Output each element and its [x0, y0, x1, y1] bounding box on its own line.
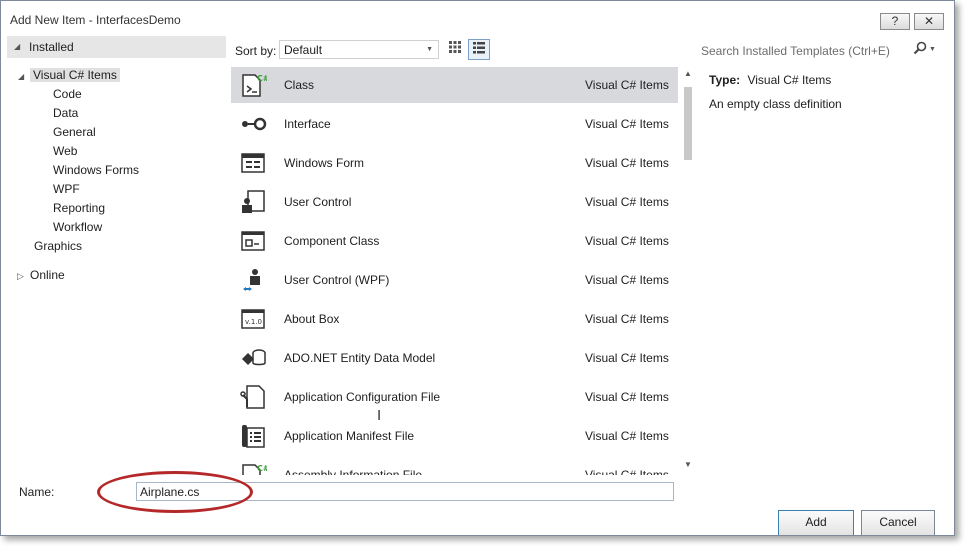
tree-item-workflow[interactable]: Workflow [7, 218, 226, 237]
svg-text:C#: C# [257, 464, 267, 473]
component-class-icon [239, 228, 267, 254]
tree-installed[interactable]: ◢ Installed [7, 36, 226, 58]
template-item-name: ADO.NET Entity Data Model [284, 351, 436, 365]
template-item-name: Component Class [284, 234, 380, 248]
tree-item-code[interactable]: Code [7, 85, 226, 104]
tree-item-reporting[interactable]: Reporting [7, 199, 226, 218]
details-type-label: Type: [709, 73, 741, 87]
sort-by-dropdown[interactable]: Default ▼ [279, 40, 439, 59]
scroll-up-arrow-icon[interactable]: ▲ [682, 69, 694, 81]
list-view-icon [473, 42, 485, 54]
close-button[interactable]: ✕ [914, 13, 944, 30]
template-item-name: Interface [284, 117, 331, 131]
template-item-about-box[interactable]: v.1.0 About Box Visual C# Items [231, 301, 678, 337]
template-item-category: Visual C# Items [585, 273, 669, 287]
tree-item-data[interactable]: Data [7, 104, 226, 123]
template-item-name: User Control (WPF) [284, 273, 390, 287]
template-item-component-class[interactable]: Component Class Visual C# Items [231, 223, 678, 259]
name-label: Name: [19, 485, 55, 499]
svg-text:v.1.0: v.1.0 [245, 318, 262, 326]
template-item-ado-net-entity-data-model[interactable]: ADO.NET Entity Data Model Visual C# Items [231, 340, 678, 376]
tree-item-visual-cs-items[interactable]: ◢ Visual C# Items [7, 66, 226, 85]
manifest-file-icon [239, 423, 267, 449]
template-item-name: Assembly Information File [284, 468, 423, 475]
template-item-category: Visual C# Items [585, 351, 669, 365]
scroll-down-arrow-icon[interactable]: ▼ [682, 460, 694, 472]
template-item-name: Class [284, 78, 315, 92]
template-item-assembly-information-file[interactable]: C# Assembly Information File Visual C# Ite… [231, 457, 678, 475]
svg-text:C#: C# [257, 74, 267, 83]
template-item-category: Visual C# Items [585, 195, 669, 209]
template-list: C# Class Visual C# Items Interface Visual C#… [231, 67, 679, 475]
tree-item-wpf[interactable]: WPF [7, 180, 226, 199]
template-item-application-manifest-file[interactable]: Application Manifest File Visual C# Items [231, 418, 678, 454]
highlight-annotation-oval [97, 471, 253, 513]
tree-item-web[interactable]: Web [7, 142, 226, 161]
template-item-category: Visual C# Items [585, 390, 669, 404]
expanded-arrow-icon[interactable]: ◢ [18, 72, 24, 81]
grid-view-icon [449, 41, 461, 53]
search-box[interactable]: Search Installed Templates (Ctrl+E) ▼ [694, 39, 944, 61]
details-description: An empty class definition [709, 97, 842, 111]
template-item-name: About Box [284, 312, 340, 326]
search-icon[interactable] [913, 41, 927, 58]
tree-item-general[interactable]: General [7, 123, 226, 142]
template-item-category: Visual C# Items [585, 117, 669, 131]
template-item-category: Visual C# Items [585, 234, 669, 248]
entity-data-model-icon [239, 345, 267, 371]
search-options-caret-icon[interactable]: ▼ [929, 46, 936, 53]
class-icon: C# [239, 72, 270, 98]
template-item-user-control[interactable]: User Control Visual C# Items [231, 184, 678, 220]
template-item-windows-form[interactable]: Windows Form Visual C# Items [231, 145, 678, 181]
about-box-icon: v.1.0 [239, 306, 267, 332]
window-title: Add New Item - InterfacesDemo [10, 13, 181, 27]
interface-icon [239, 111, 267, 137]
add-button[interactable]: Add [778, 510, 854, 535]
template-item-name: User Control [284, 195, 352, 209]
template-item-name: Windows Form [284, 156, 365, 170]
template-list-scrollbar[interactable]: ▲ ▼ [681, 67, 695, 475]
template-item-category: Visual C# Items [585, 312, 669, 326]
title-bar: Add New Item - InterfacesDemo ? ✕ [1, 1, 954, 31]
details-type-row: Type: Visual C# Items [709, 73, 831, 87]
user-control-icon [239, 189, 267, 215]
sort-bar: Sort by: Default ▼ [231, 38, 691, 62]
details-type-value: Visual C# Items [747, 73, 832, 87]
add-new-item-dialog: Add New Item - InterfacesDemo ? ✕ ◢ Inst… [0, 0, 955, 536]
sort-by-label: Sort by: [235, 44, 277, 58]
assembly-info-icon: C# [239, 462, 270, 475]
chevron-down-icon: ▼ [426, 46, 433, 53]
help-button[interactable]: ? [880, 13, 910, 30]
template-item-name: Application Configuration File [284, 390, 441, 404]
template-item-user-control-wpf[interactable]: User Control (WPF) Visual C# Items [231, 262, 678, 298]
template-item-name: Application Manifest File [284, 429, 415, 443]
sort-by-value: Default [284, 43, 323, 57]
template-item-application-configuration-file[interactable]: Application Configuration File Visual C# … [231, 379, 678, 415]
windows-form-icon [239, 150, 267, 176]
tree-item-online[interactable]: ▷ Online [7, 266, 226, 285]
cancel-button[interactable]: Cancel [861, 510, 935, 535]
user-control-wpf-icon [239, 267, 267, 293]
tree-item-windows-forms[interactable]: Windows Forms [7, 161, 226, 180]
template-item-category: Visual C# Items [585, 468, 669, 475]
template-item-interface[interactable]: Interface Visual C# Items [231, 106, 678, 142]
template-item-category: Visual C# Items [585, 156, 669, 170]
tree-item-graphics[interactable]: Graphics [7, 237, 226, 256]
text-cursor-icon: I [377, 407, 382, 424]
template-tree: ◢ Installed ◢ Visual C# Items Code Data Ge… [7, 36, 226, 456]
template-item-class[interactable]: C# Class Visual C# Items [231, 67, 678, 103]
collapsed-arrow-icon[interactable]: ▷ [17, 271, 24, 282]
list-view-button[interactable] [468, 39, 490, 60]
small-icons-view-button[interactable] [444, 39, 466, 60]
search-placeholder: Search Installed Templates (Ctrl+E) [701, 44, 890, 58]
config-file-icon [239, 384, 267, 410]
scrollbar-thumb[interactable] [684, 87, 692, 160]
template-item-category: Visual C# Items [585, 429, 669, 443]
template-item-category: Visual C# Items [585, 78, 669, 92]
expanded-arrow-icon[interactable]: ◢ [14, 42, 20, 51]
